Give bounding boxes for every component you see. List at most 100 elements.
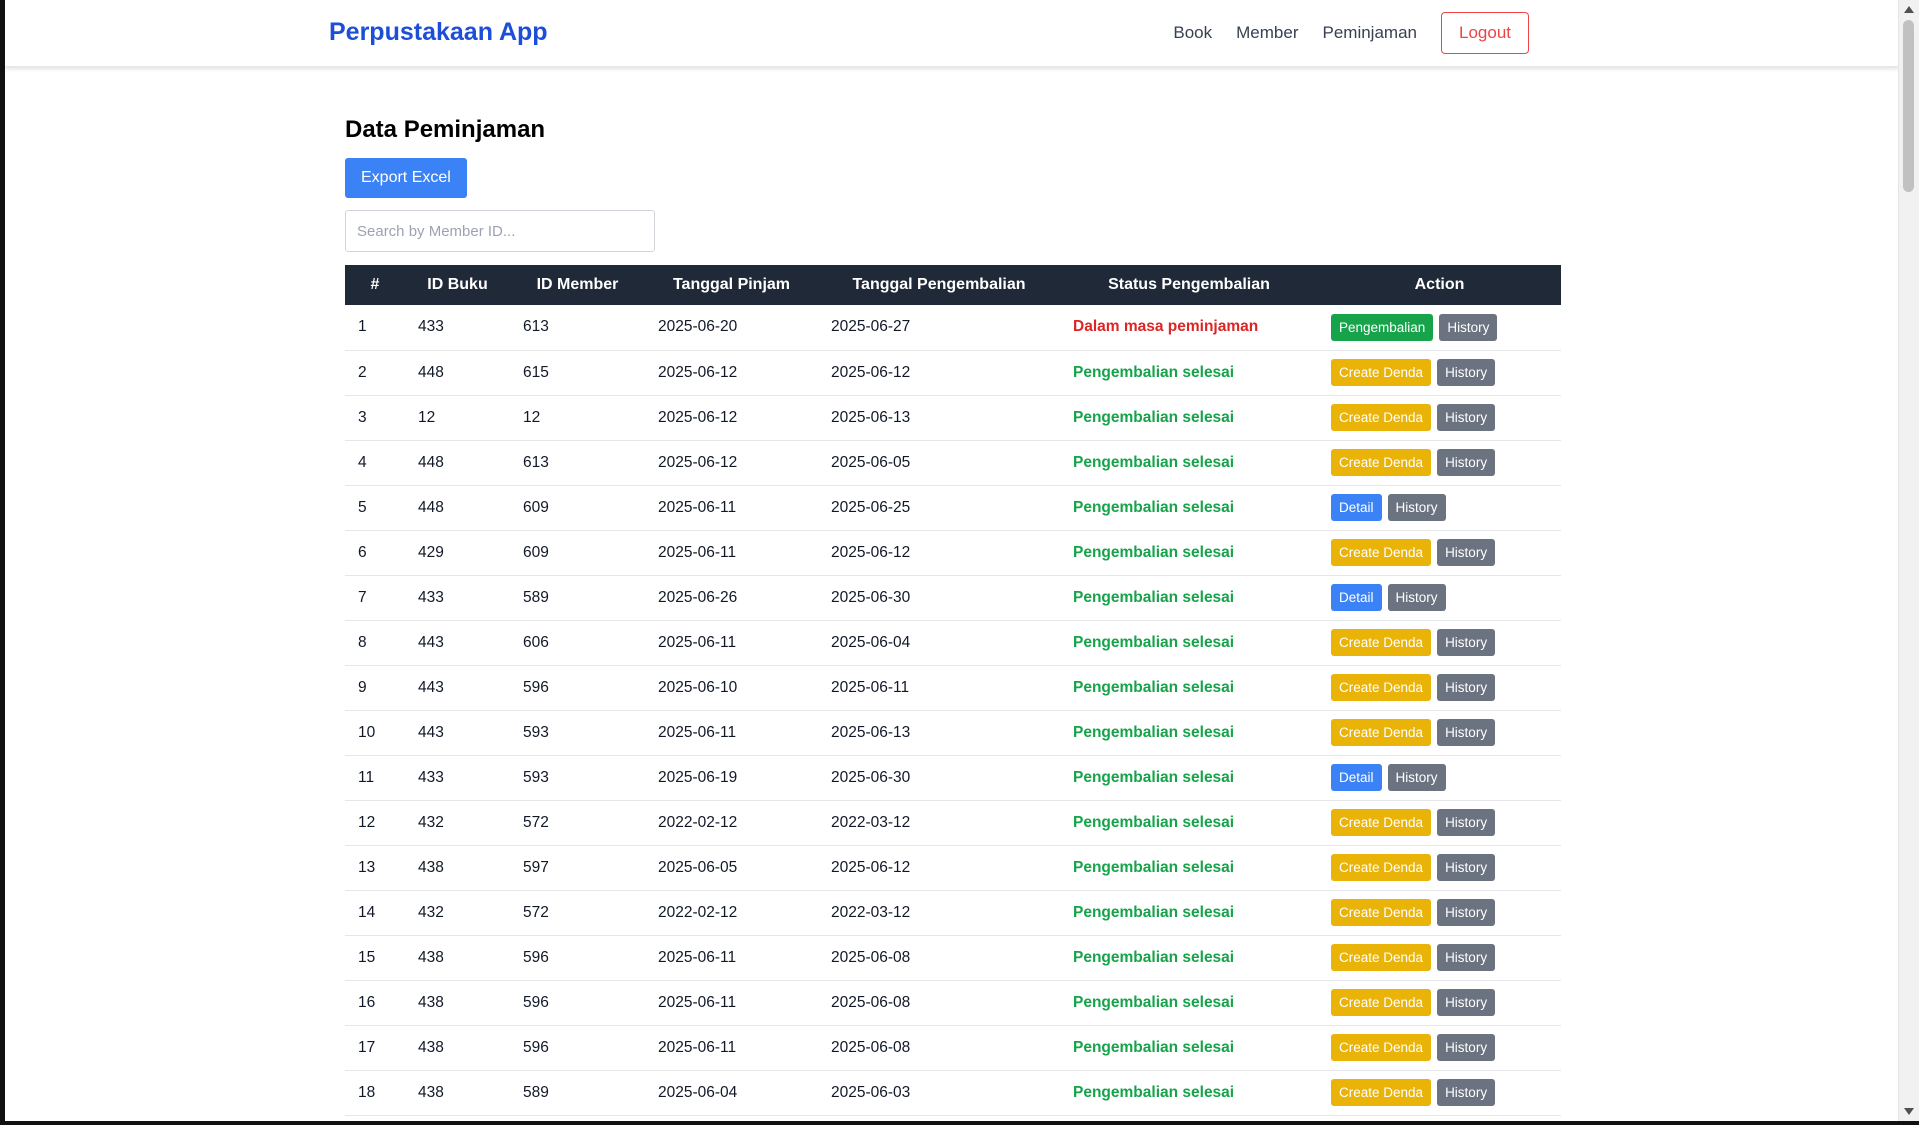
history-button[interactable]: History [1437, 854, 1496, 881]
row-number: 15 [358, 948, 376, 966]
tanggal-pengembalian-cell: 2025-06-12 [831, 363, 911, 381]
peminjaman-table: # ID Buku ID Member Tanggal Pinjam Tangg… [345, 265, 1561, 1116]
create-denda-button[interactable]: Create Denda [1331, 1079, 1432, 1106]
table-row: 5 448 609 2025-06-11 2025-06-25 Pengembalian … [345, 485, 1561, 530]
main-content: Data Peminjaman Export Excel # ID Buku I… [345, 96, 1561, 1116]
history-button[interactable]: History [1437, 629, 1496, 656]
history-button[interactable]: History [1437, 359, 1496, 386]
logout-button[interactable]: Logout [1441, 12, 1529, 54]
id-member-cell: 597 [523, 858, 549, 876]
export-excel-button[interactable]: Export Excel [345, 158, 467, 198]
table-row: 11 433 593 2025-06-19 2025-06-30 Pengembalian… [345, 755, 1561, 800]
status-cell: Dalam masa peminjaman [1060, 305, 1318, 350]
history-button[interactable]: History [1437, 1034, 1496, 1061]
status-text: Pengembalian selesai [1073, 948, 1235, 966]
search-input[interactable] [345, 210, 655, 252]
history-button[interactable]: History [1437, 944, 1496, 971]
history-button[interactable]: History [1437, 404, 1496, 431]
tanggal-pengembalian-cell: 2025-06-13 [831, 408, 911, 426]
detail-button[interactable]: Detail [1331, 494, 1382, 521]
table-row: 10 443 593 2025-06-11 2025-06-13 Pengembalian… [345, 710, 1561, 755]
history-button[interactable]: History [1387, 494, 1446, 521]
tanggal-pengembalian-cell: 2025-06-13 [831, 723, 911, 741]
column-header-tanggal-pinjam: Tanggal Pinjam [672, 276, 791, 293]
detail-button[interactable]: Detail [1331, 764, 1382, 791]
action-cell: Create Denda History [1318, 800, 1561, 845]
tanggal-pinjam-cell: 2025-06-11 [658, 993, 737, 1011]
id-member-cell: 609 [523, 543, 549, 561]
scroll-up-arrow-icon[interactable] [1904, 6, 1914, 13]
detail-button[interactable]: Detail [1331, 584, 1382, 611]
action-cell: Create Denda History [1318, 710, 1561, 755]
action-cell: Create Denda History [1318, 980, 1561, 1025]
history-button[interactable]: History [1437, 809, 1496, 836]
create-denda-button[interactable]: Create Denda [1331, 674, 1432, 701]
table-row: 16 438 596 2025-06-11 2025-06-08 Pengembalian… [345, 980, 1561, 1025]
history-button[interactable]: History [1437, 899, 1496, 926]
id-buku-cell: 438 [418, 948, 444, 966]
table-row: 8 443 606 2025-06-11 2025-06-04 Pengembalian … [345, 620, 1561, 665]
id-buku-cell: 429 [418, 543, 444, 561]
history-button[interactable]: History [1439, 313, 1498, 341]
row-number: 1 [358, 318, 367, 336]
create-denda-button[interactable]: Create Denda [1331, 719, 1432, 746]
history-button[interactable]: History [1387, 764, 1446, 791]
pengembalian-button[interactable]: Pengembalian [1331, 313, 1434, 341]
history-button[interactable]: History [1437, 1079, 1496, 1106]
action-cell: Create Denda History [1318, 440, 1561, 485]
history-button[interactable]: History [1437, 674, 1496, 701]
action-cell: Create Denda History [1318, 395, 1561, 440]
scroll-down-arrow-icon[interactable] [1904, 1108, 1914, 1115]
status-cell: Pengembalian selesai [1060, 440, 1318, 485]
row-number: 12 [358, 813, 376, 831]
create-denda-button[interactable]: Create Denda [1331, 359, 1432, 386]
row-number: 3 [358, 408, 367, 426]
status-cell: Pengembalian selesai [1060, 530, 1318, 575]
row-number: 16 [358, 993, 376, 1011]
vertical-scrollbar[interactable] [1898, 0, 1919, 1121]
create-denda-button[interactable]: Create Denda [1331, 854, 1432, 881]
status-text: Pengembalian selesai [1073, 813, 1235, 831]
history-button[interactable]: History [1387, 584, 1446, 611]
row-number: 5 [358, 498, 367, 516]
id-buku-cell: 433 [418, 768, 444, 786]
column-header-status: Status Pengembalian [1108, 276, 1270, 293]
create-denda-button[interactable]: Create Denda [1331, 989, 1432, 1016]
history-button[interactable]: History [1437, 449, 1496, 476]
status-text: Pengembalian selesai [1073, 633, 1235, 651]
history-button[interactable]: History [1437, 539, 1496, 566]
nav-link-peminjaman[interactable]: Peminjaman [1323, 23, 1418, 43]
status-cell: Pengembalian selesai [1060, 890, 1318, 935]
history-button[interactable]: History [1437, 719, 1496, 746]
create-denda-button[interactable]: Create Denda [1331, 449, 1432, 476]
create-denda-button[interactable]: Create Denda [1331, 899, 1432, 926]
create-denda-button[interactable]: Create Denda [1331, 944, 1432, 971]
create-denda-button[interactable]: Create Denda [1331, 539, 1432, 566]
create-denda-button[interactable]: Create Denda [1331, 1034, 1432, 1061]
create-denda-button[interactable]: Create Denda [1331, 629, 1432, 656]
history-button[interactable]: History [1437, 989, 1496, 1016]
status-cell: Pengembalian selesai [1060, 1025, 1318, 1070]
tanggal-pinjam-cell: 2025-06-20 [658, 318, 738, 336]
id-member-cell: 613 [523, 453, 549, 471]
create-denda-button[interactable]: Create Denda [1331, 404, 1432, 431]
tanggal-pinjam-cell: 2025-06-11 [658, 633, 737, 651]
status-text: Pengembalian selesai [1073, 453, 1235, 471]
status-cell: Pengembalian selesai [1060, 935, 1318, 980]
row-number: 2 [358, 363, 367, 381]
nav-link-book[interactable]: Book [1173, 23, 1212, 43]
table-row: 18 438 589 2025-06-04 2025-06-03 Pengembalian… [345, 1070, 1561, 1115]
create-denda-button[interactable]: Create Denda [1331, 809, 1432, 836]
id-buku-cell: 443 [418, 678, 444, 696]
column-header-tanggal-pengembalian: Tanggal Pengembalian [852, 276, 1026, 293]
nav-link-member[interactable]: Member [1236, 23, 1298, 43]
tanggal-pinjam-cell: 2025-06-26 [658, 588, 738, 606]
tanggal-pengembalian-cell: 2025-06-05 [831, 453, 911, 471]
scrollbar-thumb[interactable] [1903, 20, 1914, 192]
action-cell: Create Denda History [1318, 620, 1561, 665]
brand-title[interactable]: Perpustakaan App [329, 18, 548, 47]
action-cell: Detail History [1318, 485, 1561, 530]
id-member-cell: 593 [523, 768, 549, 786]
column-header-action: Action [1414, 276, 1465, 293]
tanggal-pengembalian-cell: 2025-06-12 [831, 858, 911, 876]
